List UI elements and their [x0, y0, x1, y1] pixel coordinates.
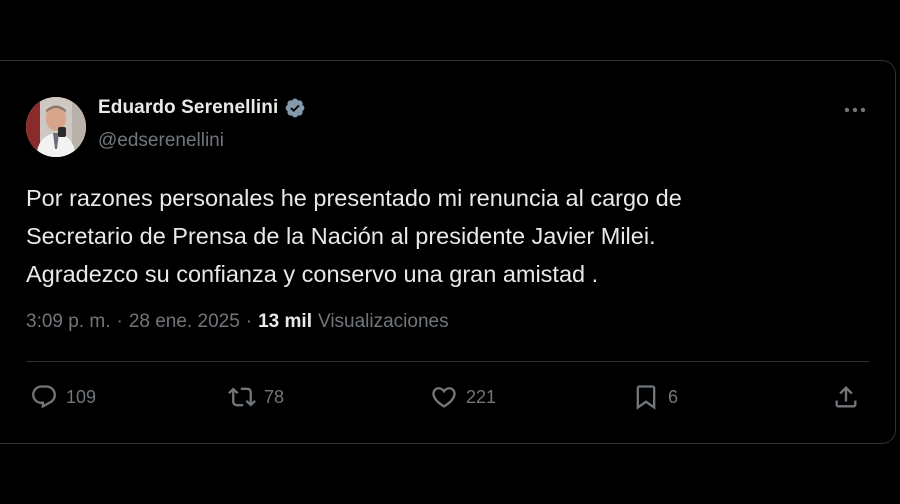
share-button[interactable] [832, 377, 860, 417]
meta-separator: · [245, 311, 253, 332]
repost-button[interactable]: 78 [228, 377, 284, 417]
more-options-icon[interactable] [843, 103, 867, 117]
meta-separator: · [116, 311, 123, 332]
tweet-time[interactable]: 3:09 p. m. [26, 311, 111, 333]
author-display-name[interactable]: Eduardo Serenellini [98, 97, 278, 119]
tweet-card: Eduardo Serenellini @edserenellini Por r… [0, 60, 896, 444]
share-icon [835, 386, 857, 408]
like-button[interactable]: 221 [430, 377, 496, 417]
bookmark-icon [636, 385, 656, 410]
repost-icon [228, 387, 256, 407]
bookmark-button[interactable]: 6 [632, 377, 678, 417]
avatar-photo [26, 97, 86, 157]
bookmark-count: 6 [668, 386, 679, 407]
views-count: 13 mil [258, 311, 312, 332]
author-name-row[interactable]: Eduardo Serenellini [98, 97, 306, 119]
reply-button[interactable]: 109 [30, 377, 96, 417]
tweet-text: Por razones personales he presentado mi … [26, 185, 682, 287]
divider [26, 361, 869, 362]
tweet-meta: 3:09 p. m. · 28 ene. 2025 · 13 mil Visua… [26, 311, 449, 333]
repost-count: 78 [264, 386, 285, 407]
avatar[interactable] [26, 97, 86, 157]
reply-icon [32, 385, 56, 409]
action-bar: 109 78 221 6 [26, 377, 869, 417]
reply-count: 109 [66, 386, 97, 407]
author-handle[interactable]: @edserenellini [98, 130, 224, 152]
heart-icon [432, 387, 456, 408]
views-label: Visualizaciones [317, 311, 449, 332]
like-count: 221 [466, 386, 497, 407]
verified-badge-icon[interactable] [284, 97, 306, 119]
tweet-date[interactable]: 28 ene. 2025 [129, 311, 240, 333]
